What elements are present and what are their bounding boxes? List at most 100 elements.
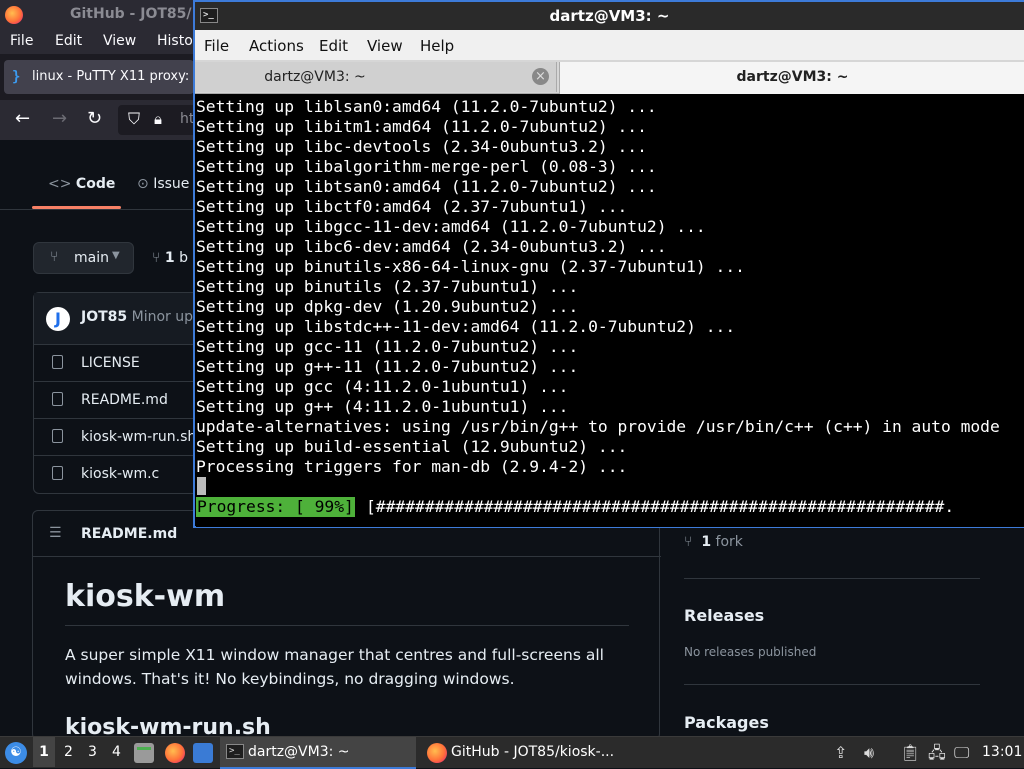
terminal-line: Setting up gcc-11 (11.2.0-7ubuntu2) ...	[196, 337, 579, 356]
firefox-tab-label: linux - PuTTY X11 proxy:	[32, 69, 190, 84]
taskbar-task-firefox[interactable]: GitHub - JOT85/kiosk-...	[420, 737, 620, 769]
clipboard-icon[interactable]: 📋︎	[900, 743, 920, 763]
firefox-launcher-icon[interactable]	[165, 743, 185, 763]
firefox-tab[interactable]: } linux - PuTTY X11 proxy:	[4, 60, 194, 94]
tab-issues[interactable]: ⊙ Issue	[137, 176, 189, 192]
terminal-tab-1[interactable]: dartz@VM3: ~ ×	[195, 62, 557, 92]
terminal-titlebar[interactable]: >_ dartz@VM3: ~	[195, 2, 1024, 30]
terminal-line: Setting up libitm1:amd64 (11.2.0-7ubuntu…	[196, 117, 647, 136]
readme-title: kiosk-wm	[65, 579, 226, 614]
terminal-output[interactable]: Setting up liblsan0:amd64 (11.2.0-7ubunt…	[196, 97, 1024, 527]
notification-icon[interactable]: 🖵	[954, 743, 969, 763]
terminal-line: Setting up libc6-dev:amd64 (2.34-0ubuntu…	[196, 237, 667, 256]
clock[interactable]: 13:01	[982, 744, 1022, 760]
branches-link[interactable]: ⑂ 1 b	[152, 250, 188, 266]
network-icon[interactable]: 🖧	[928, 743, 946, 763]
file-list: J JOT85 Minor upda LICENSE README.md kio…	[33, 292, 210, 494]
terminal-line: Setting up libc-devtools (2.34-0ubuntu3.…	[196, 137, 647, 156]
packages-heading[interactable]: Packages	[684, 713, 769, 732]
term-menu-edit[interactable]: Edit	[319, 37, 348, 55]
terminal-line: Setting up binutils (2.37-7ubuntu1) ...	[196, 277, 579, 296]
file-row[interactable]: kiosk-wm.c	[34, 456, 204, 493]
volume-icon[interactable]: 🔊︎	[864, 743, 874, 763]
commit-author[interactable]: JOT85	[81, 309, 127, 325]
list-icon[interactable]: ☰	[49, 525, 62, 541]
workspace-3[interactable]: 3	[88, 744, 97, 760]
branch-selector[interactable]: ⑂ main ▼	[33, 242, 134, 274]
lock-icon[interactable]: 🔒︎	[154, 109, 162, 129]
file-name[interactable]: kiosk-wm.c	[81, 466, 159, 482]
divider	[684, 684, 980, 685]
ff-menu-history[interactable]: Histo	[157, 33, 193, 49]
terminal-tabbar: dartz@VM3: ~ × dartz@VM3: ~	[195, 60, 1024, 94]
file-icon	[52, 429, 63, 443]
tab-code-label: Code	[75, 176, 116, 192]
putty-tab-icon: }	[12, 69, 21, 85]
terminal-line: Setting up build-essential (12.9ubuntu2)…	[196, 437, 628, 456]
terminal-line: Setting up g++-11 (11.2.0-7ubuntu2) ...	[196, 357, 579, 376]
file-name[interactable]: kiosk-wm-run.sh	[81, 429, 196, 445]
file-row[interactable]: kiosk-wm-run.sh	[34, 419, 204, 456]
terminal-line: Setting up libctf0:amd64 (2.37-7ubuntu1)…	[196, 197, 628, 216]
tray-upload-icon[interactable]: ⇪	[834, 743, 847, 763]
readme-description: A super simple X11 window manager that c…	[65, 646, 604, 688]
latest-commit: J JOT85 Minor upda	[34, 293, 210, 345]
terminal-line: Setting up g++ (4:11.2.0-1ubuntu1) ...	[196, 397, 569, 416]
file-icon	[52, 392, 63, 406]
forks-count: 1	[701, 534, 712, 550]
forks-link[interactable]: ⑂ 1 fork	[684, 534, 743, 550]
term-menu-view[interactable]: View	[367, 37, 403, 55]
file-name[interactable]: LICENSE	[81, 355, 140, 371]
workspace-4[interactable]: 4	[112, 744, 121, 760]
term-menu-file[interactable]: File	[204, 37, 229, 55]
workspace-1[interactable]: 1	[33, 737, 55, 767]
readme-filename: README.md	[81, 526, 178, 542]
file-icon	[52, 355, 63, 369]
close-tab-icon[interactable]: ×	[532, 68, 549, 85]
file-manager-icon[interactable]	[134, 743, 154, 763]
ff-menu-view[interactable]: View	[103, 33, 136, 49]
terminal-cursor	[197, 477, 206, 495]
ff-menu-file[interactable]: File	[10, 33, 33, 49]
chevron-down-icon: ▼	[112, 250, 120, 261]
releases-heading[interactable]: Releases	[684, 606, 764, 625]
fork-icon: ⑂	[684, 534, 693, 550]
issue-icon: ⊙	[137, 176, 154, 192]
forward-arrow-icon[interactable]: →	[52, 109, 67, 129]
taskbar: ☯ 1 2 3 4 >_ dartz@VM3: ~ GitHub - JOT85…	[0, 736, 1024, 769]
terminal-line: Setting up dpkg-dev (1.20.9ubuntu2) ...	[196, 297, 579, 316]
terminal-tab-2[interactable]: dartz@VM3: ~	[559, 62, 1024, 94]
terminal-line: Setting up libalgorithm-merge-perl (0.08…	[196, 157, 657, 176]
back-arrow-icon[interactable]: ←	[15, 109, 30, 129]
forks-label: fork	[715, 534, 743, 550]
terminal-line: Setting up liblsan0:amd64 (11.2.0-7ubunt…	[196, 97, 657, 116]
firefox-window-title: GitHub - JOT85/	[70, 6, 192, 22]
term-menu-help[interactable]: Help	[420, 37, 454, 55]
terminal-tab-label: dartz@VM3: ~	[264, 69, 366, 85]
shield-icon[interactable]: ⛉	[128, 109, 140, 129]
branches-count: 1	[164, 250, 175, 266]
avatar[interactable]: J	[46, 307, 70, 331]
terminal-line: update-alternatives: using /usr/bin/g++ …	[196, 417, 1000, 436]
divider	[684, 578, 980, 579]
taskbar-task-terminal[interactable]: >_ dartz@VM3: ~	[220, 737, 416, 769]
term-menu-actions[interactable]: Actions	[249, 37, 304, 55]
firefox-logo-icon	[5, 6, 23, 24]
reload-icon[interactable]: ↻	[87, 109, 102, 129]
start-menu-icon[interactable]: ☯	[5, 742, 27, 764]
progress-label: Progress: [ 99%]	[196, 497, 355, 517]
file-name[interactable]: README.md	[81, 392, 168, 408]
code-icon: <>	[48, 176, 76, 192]
active-tab-underline	[32, 206, 121, 209]
workspace-2[interactable]: 2	[64, 744, 73, 760]
branch-icon: ⑂	[50, 249, 59, 265]
ff-menu-edit[interactable]: Edit	[55, 33, 82, 49]
terminal-menubar: File Actions Edit View Help	[195, 30, 1024, 60]
file-row[interactable]: LICENSE	[34, 345, 204, 382]
tab-code[interactable]: <> Code	[48, 176, 115, 192]
show-desktop-icon[interactable]	[193, 743, 213, 763]
terminal-line: Setting up binutils-x86-64-linux-gnu (2.…	[196, 257, 745, 276]
task-label: GitHub - JOT85/kiosk-...	[451, 744, 615, 760]
file-row[interactable]: README.md	[34, 382, 204, 419]
readme-panel: ☰ README.md kiosk-wm A super simple X11 …	[32, 510, 661, 740]
